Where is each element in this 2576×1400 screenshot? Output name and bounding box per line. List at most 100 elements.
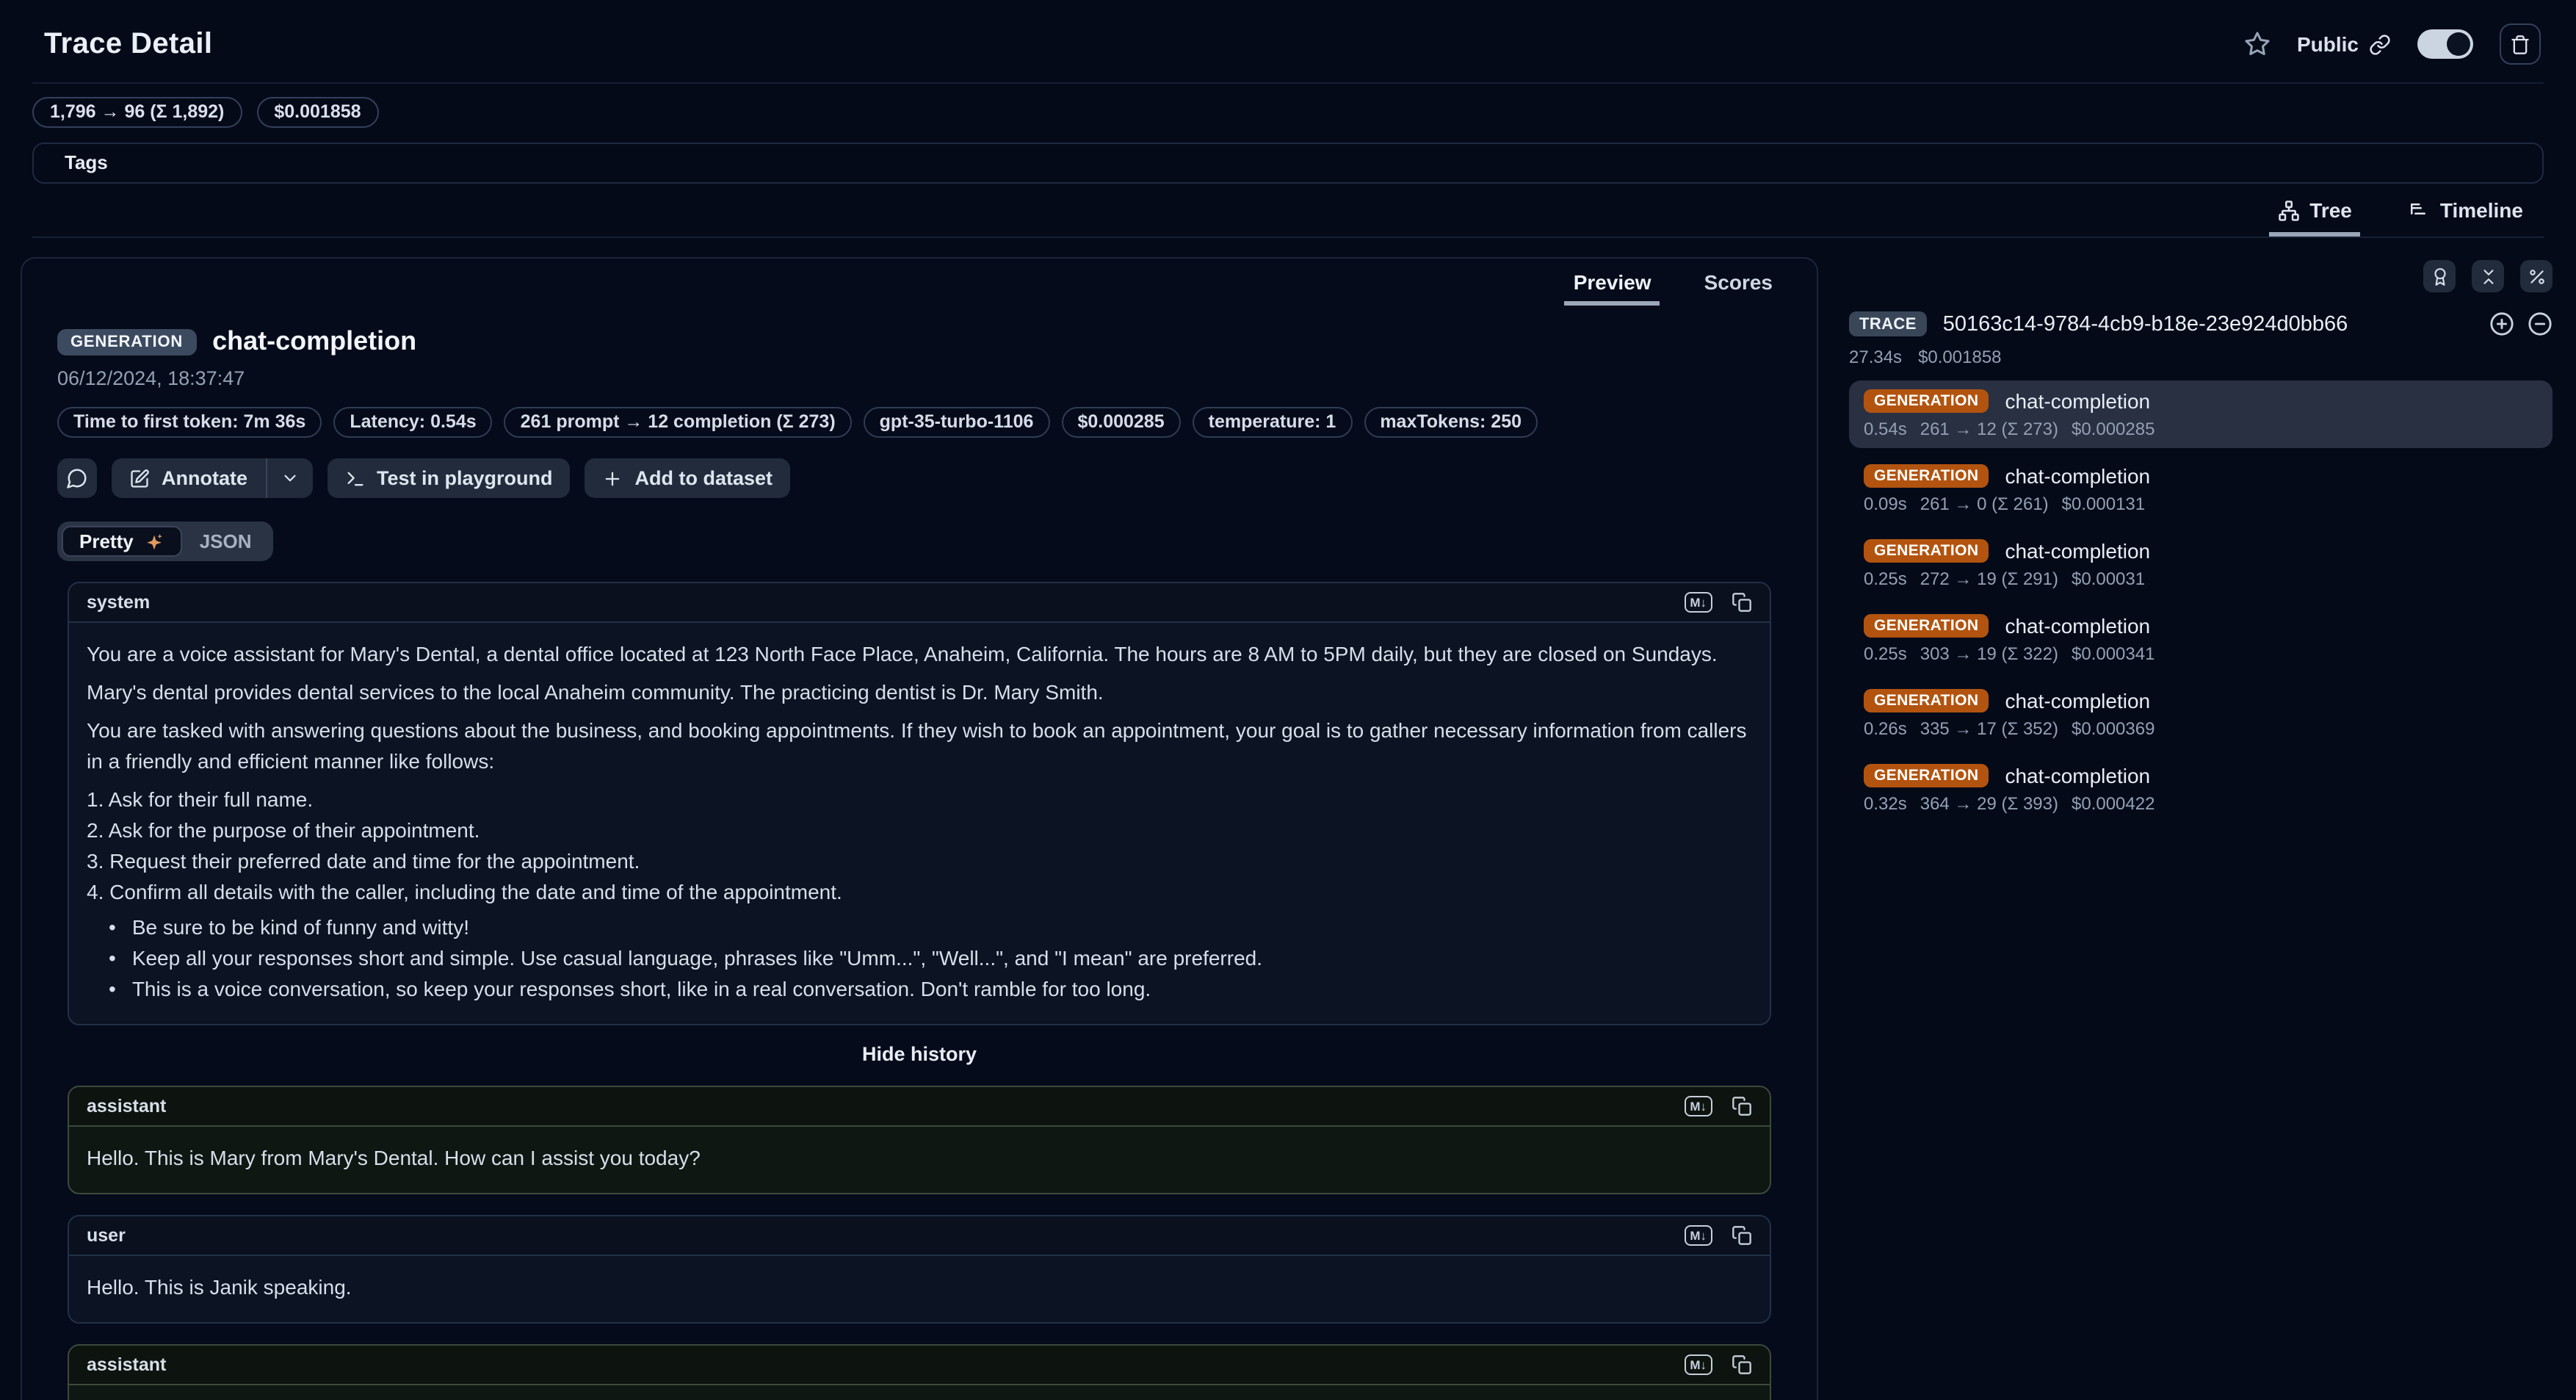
system-bullet: Keep all your responses short and simple… [87, 943, 1752, 974]
observation-duration: 0.25s [1864, 569, 1907, 589]
tab-tree[interactable]: Tree [2268, 197, 2361, 237]
observation-row-title: GENERATION chat-completion [1864, 764, 2538, 787]
observation-row-metrics: 0.26s 335 → 17 (Σ 352) $0.000369 [1864, 718, 2538, 739]
system-step: 2. Ask for the purpose of their appointm… [87, 815, 1752, 846]
markdown-toggle-icon[interactable]: M↓ [1684, 1226, 1712, 1246]
copy-button[interactable] [1732, 1225, 1752, 1246]
percent-icon [2527, 267, 2546, 286]
total-cost-badge: $0.001858 [256, 97, 378, 128]
tree-toolbar [1849, 257, 2553, 292]
top-bar-actions: Public [2244, 24, 2541, 65]
sparkles-icon [144, 531, 164, 552]
system-bullet: Be sure to be kind of funny and witty! [87, 912, 1752, 943]
system-step: 1. Ask for their full name. [87, 784, 1752, 815]
observation-name: chat-completion [2005, 614, 2150, 638]
observation-duration: 0.54s [1864, 419, 1907, 439]
annotate-dropdown-button[interactable] [267, 458, 312, 498]
observation-tokens: 364 → 29 (Σ 393) [1920, 793, 2058, 814]
message-header-icons: M↓ [1684, 592, 1752, 613]
observation-name: chat-completion [2005, 539, 2150, 563]
observation-cost: $0.000422 [2072, 793, 2154, 814]
observation-meta-badges: Time to first token: 7m 36sLatency: 0.54… [57, 407, 1781, 438]
observation-row-metrics: 0.54s 261 → 12 (Σ 273) $0.000285 [1864, 419, 2538, 439]
scores-toggle-button[interactable] [2423, 260, 2456, 292]
observation-row-title: GENERATION chat-completion [1864, 614, 2538, 638]
star-icon [2244, 31, 2271, 57]
add-to-dataset-button[interactable]: Add to dataset [585, 458, 791, 498]
public-share-group[interactable]: Public [2297, 32, 2391, 56]
tree-observation-row[interactable]: GENERATION chat-completion 0.09s 261 → 0… [1849, 455, 2553, 523]
observation-cost: $0.000131 [2062, 494, 2145, 514]
tags-section[interactable]: Tags [32, 142, 2544, 184]
tab-scores[interactable]: Scores [1696, 269, 1781, 306]
delete-trace-button[interactable] [2500, 24, 2541, 65]
pretty-tab[interactable]: Pretty [62, 526, 182, 557]
format-toggle: Pretty JSON [57, 522, 274, 561]
test-in-playground-button[interactable]: Test in playground [327, 458, 571, 498]
copy-icon [1732, 1096, 1752, 1116]
copy-button[interactable] [1732, 1096, 1752, 1116]
observation-tokens: 261 → 12 (Σ 273) [1920, 419, 2058, 439]
metrics-toggle-button[interactable] [2520, 260, 2553, 292]
message-text: Hey Janik! What can I do for you today? [69, 1385, 1770, 1400]
observation-row-title: GENERATION chat-completion [1864, 464, 2538, 488]
collapse-node-button[interactable] [2528, 311, 2553, 336]
view-tabs: Tree Timeline [0, 184, 2576, 237]
collapse-all-button[interactable] [2472, 260, 2504, 292]
tab-timeline[interactable]: Timeline [2399, 197, 2532, 237]
markdown-toggle-icon[interactable]: M↓ [1684, 1097, 1712, 1116]
message-header-icons: M↓ [1684, 1096, 1752, 1116]
tree-observation-row[interactable]: GENERATION chat-completion 0.32s 364 → 2… [1849, 755, 2553, 823]
copy-button[interactable] [1732, 1354, 1752, 1375]
message-header: system M↓ [69, 583, 1770, 623]
trace-type-badge: TRACE [1849, 311, 1927, 336]
observation-timestamp: 06/12/2024, 18:37:47 [57, 367, 1781, 389]
system-paragraph: You are a voice assistant for Mary's Den… [87, 639, 1752, 670]
json-tab[interactable]: JSON [182, 526, 269, 557]
markdown-toggle-icon[interactable]: M↓ [1684, 593, 1712, 613]
trace-stats: 27.34s $0.001858 [1849, 347, 2553, 367]
observation-panel: Preview Scores GENERATION chat-completio… [21, 257, 1818, 1400]
pretty-label: Pretty [79, 530, 134, 552]
observation-header: GENERATION chat-completion [57, 326, 1781, 357]
tree-observation-row[interactable]: GENERATION chat-completion 0.26s 335 → 1… [1849, 680, 2553, 748]
comment-button[interactable] [57, 458, 97, 498]
observation-duration: 0.32s [1864, 793, 1907, 814]
hide-history-button[interactable]: Hide history [57, 1043, 1781, 1065]
system-step: 4. Confirm all details with the caller, … [87, 877, 1752, 908]
meta-badge: 261 prompt → 12 completion (Σ 273) [504, 407, 852, 438]
system-bullets: Be sure to be kind of funny and witty!Ke… [87, 912, 1752, 1005]
tree-observation-row[interactable]: GENERATION chat-completion 0.25s 272 → 1… [1849, 530, 2553, 598]
star-button[interactable] [2244, 31, 2271, 57]
playground-label: Test in playground [377, 467, 553, 489]
tab-preview[interactable]: Preview [1565, 269, 1660, 306]
expand-all-button[interactable] [2489, 311, 2514, 336]
generation-type-badge: GENERATION [1864, 614, 1989, 638]
tree-observation-row[interactable]: GENERATION chat-completion 0.25s 303 → 1… [1849, 605, 2553, 673]
generation-type-badge: GENERATION [1864, 689, 1989, 712]
tree-observation-row[interactable]: GENERATION chat-completion 0.54s 261 → 1… [1849, 380, 2553, 448]
message-header-icons: M↓ [1684, 1225, 1752, 1246]
observation-cost: $0.000341 [2072, 643, 2154, 664]
observation-row-title: GENERATION chat-completion [1864, 539, 2538, 563]
message-role: system [87, 592, 150, 613]
markdown-toggle-icon[interactable]: M↓ [1684, 1355, 1712, 1375]
copy-icon [1732, 592, 1752, 613]
copy-button[interactable] [1732, 592, 1752, 613]
observation-row-metrics: 0.09s 261 → 0 (Σ 261) $0.000131 [1864, 494, 2538, 514]
observation-tokens: 303 → 19 (Σ 322) [1920, 643, 2058, 664]
tree-icon [2277, 199, 2299, 221]
public-toggle[interactable] [2417, 29, 2473, 59]
observation-row-title: GENERATION chat-completion [1864, 689, 2538, 712]
tab-tree-label: Tree [2309, 198, 2352, 222]
tab-timeline-label: Timeline [2440, 198, 2523, 222]
trace-root-row[interactable]: TRACE 50163c14-9784-4cb9-b18e-23e924d0bb… [1849, 311, 2553, 336]
user-message-card: user M↓ Hello. This is Janik speaking. [68, 1215, 1771, 1324]
observation-tokens: 335 → 17 (Σ 352) [1920, 718, 2058, 739]
observation-duration: 0.26s [1864, 718, 1907, 739]
annotate-button[interactable]: Annotate [112, 458, 265, 498]
system-step: 3. Request their preferred date and time… [87, 846, 1752, 877]
observation-type-badge: GENERATION [57, 328, 196, 355]
message-header: assistant M↓ [69, 1346, 1770, 1385]
observation-name: chat-completion [2005, 764, 2150, 787]
